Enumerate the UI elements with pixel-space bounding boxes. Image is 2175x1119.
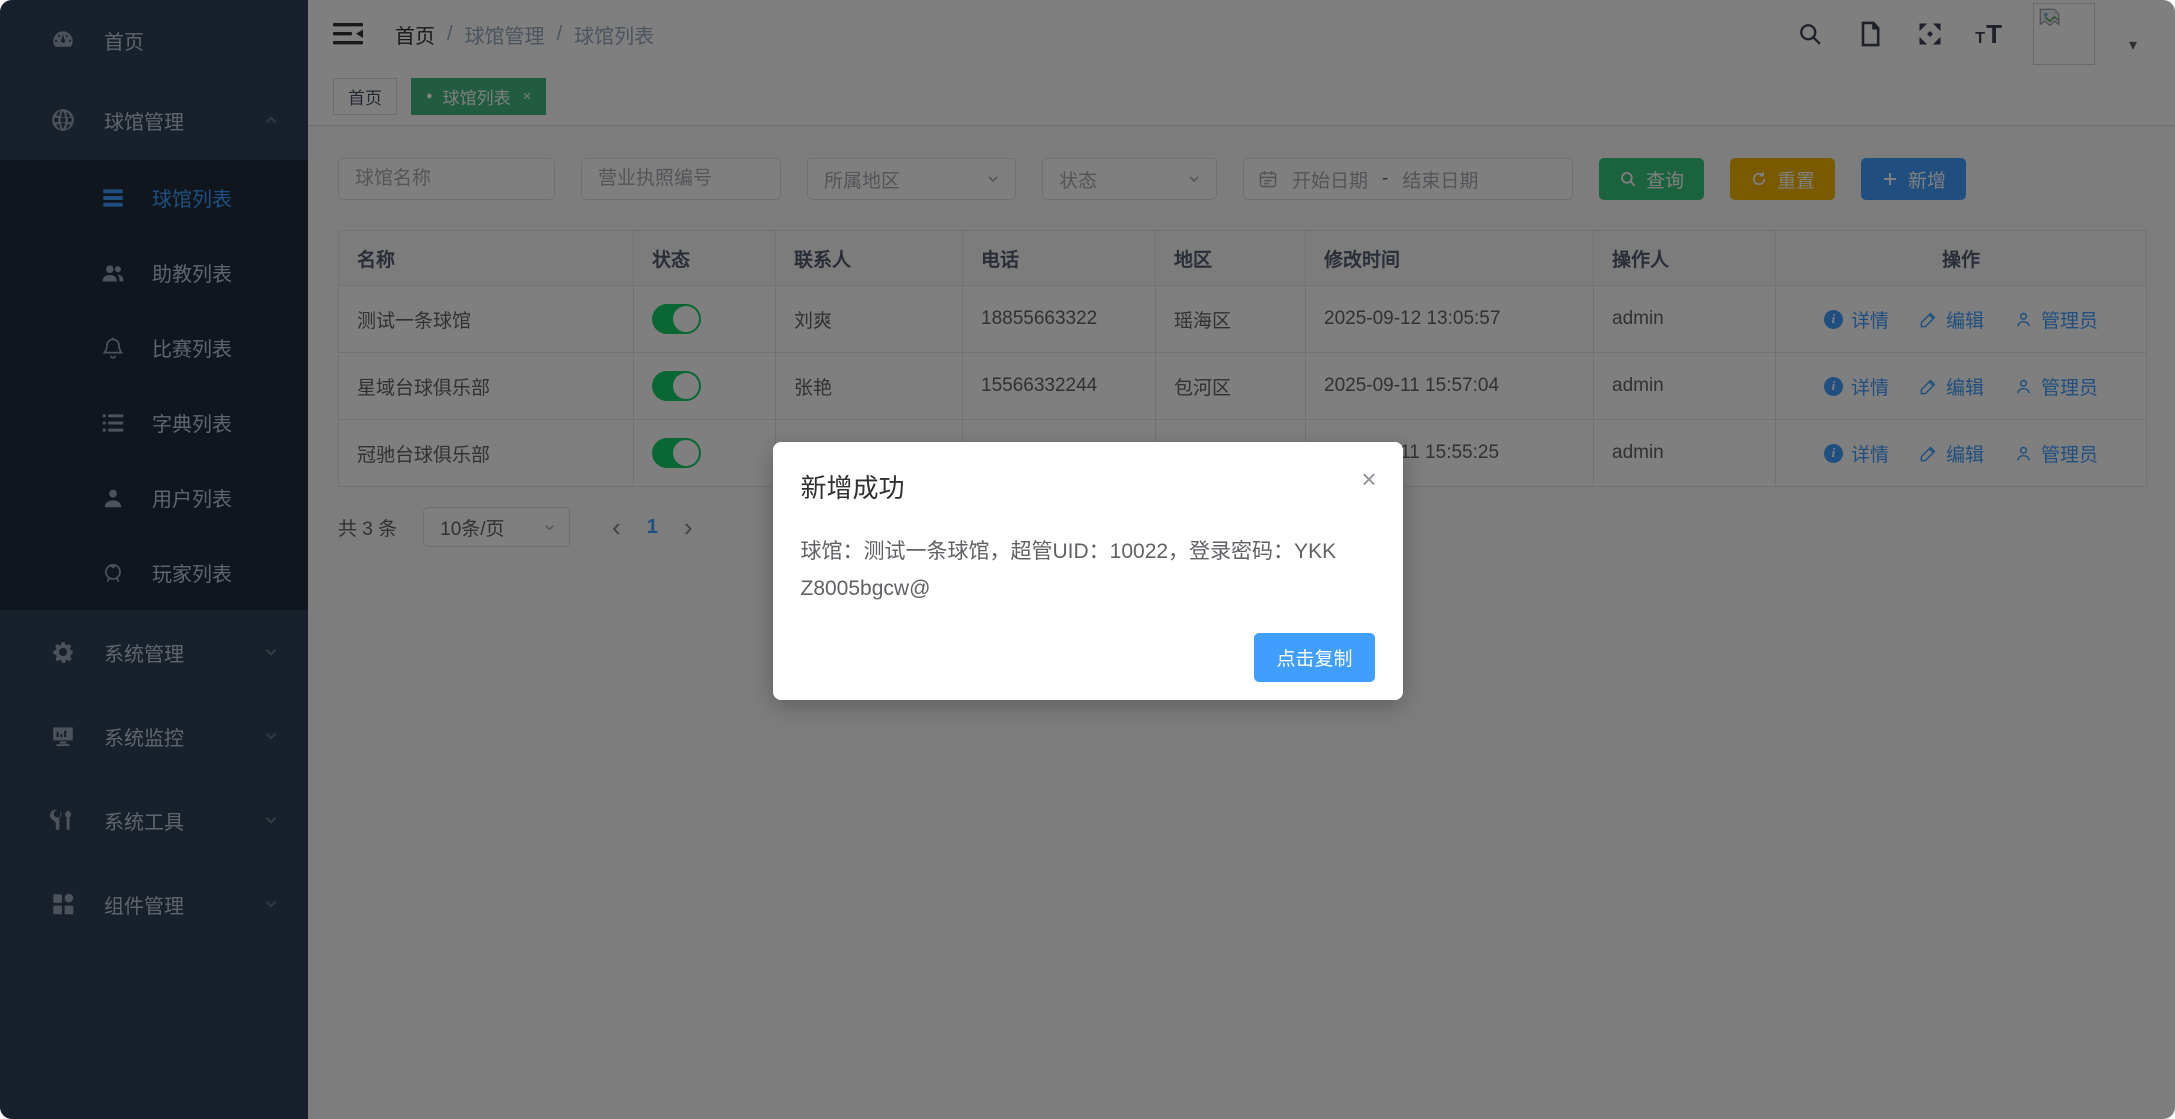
- dialog-title: 新增成功: [801, 468, 1375, 505]
- close-icon[interactable]: ×: [1361, 466, 1376, 492]
- dialog-message: 球馆：测试一条球馆，超管UID：10022，登录密码：YKKZ8005bgcw@: [801, 533, 1375, 607]
- success-dialog: 新增成功 × 球馆：测试一条球馆，超管UID：10022，登录密码：YKKZ80…: [773, 442, 1403, 700]
- copy-button[interactable]: 点击复制: [1254, 633, 1374, 682]
- dialog-footer: 点击复制: [801, 633, 1375, 682]
- app-window: 首页 球馆管理 球馆列表 助教列表: [0, 0, 2175, 1119]
